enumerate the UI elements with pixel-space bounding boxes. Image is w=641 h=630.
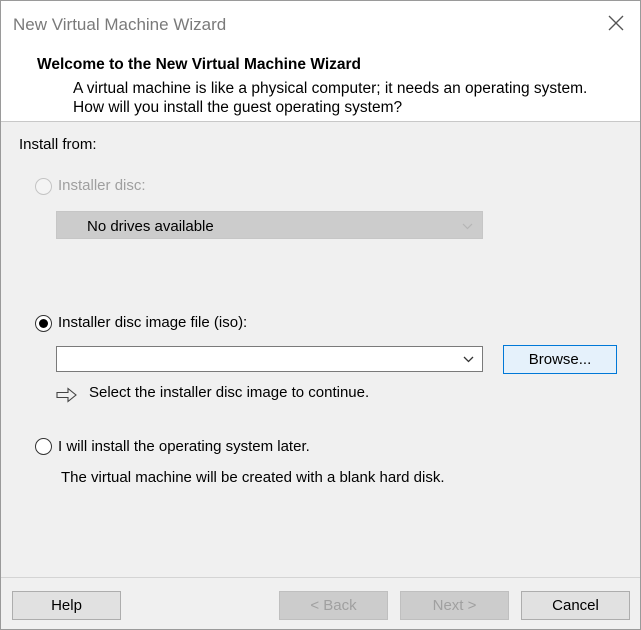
install-from-label: Install from: [19, 136, 97, 153]
iso-radio[interactable] [35, 315, 52, 332]
wizard-header: Welcome to the New Virtual Machine Wizar… [1, 49, 640, 122]
install-later-description: The virtual machine will be created with… [61, 469, 445, 486]
arrow-right-icon [56, 387, 77, 403]
wizard-dialog: New Virtual Machine Wizard Welcome to th… [0, 0, 641, 630]
installer-disc-dropdown-value: No drives available [87, 218, 214, 235]
chevron-down-icon [462, 223, 473, 230]
help-button[interactable]: Help [12, 591, 121, 620]
close-icon[interactable] [606, 13, 626, 33]
iso-label[interactable]: Installer disc image file (iso): [58, 314, 247, 331]
install-later-radio[interactable] [35, 438, 52, 455]
title-bar: New Virtual Machine Wizard [1, 1, 640, 49]
installer-disc-dropdown: No drives available [56, 211, 483, 239]
header-title: Welcome to the New Virtual Machine Wizar… [37, 56, 361, 73]
back-button: < Back [279, 591, 388, 620]
window-title: New Virtual Machine Wizard [13, 15, 227, 34]
cancel-button[interactable]: Cancel [521, 591, 630, 620]
iso-hint-text: Select the installer disc image to conti… [89, 384, 370, 401]
chevron-down-icon[interactable] [463, 356, 474, 363]
browse-button[interactable]: Browse... [503, 345, 617, 374]
installer-disc-radio [35, 178, 52, 195]
footer-divider [1, 577, 640, 578]
install-later-label[interactable]: I will install the operating system late… [58, 438, 310, 455]
installer-disc-label: Installer disc: [58, 177, 146, 194]
next-button: Next > [400, 591, 509, 620]
header-description: A virtual machine is like a physical com… [73, 80, 588, 116]
iso-path-combo[interactable] [56, 346, 483, 372]
